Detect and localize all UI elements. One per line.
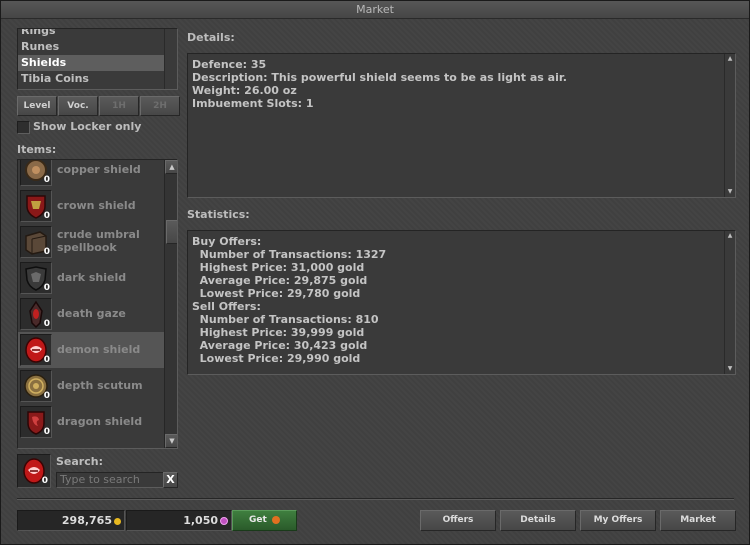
details-line: Description: This powerful shield seems … [192, 71, 567, 84]
gold-balance: 298,765 [17, 510, 125, 531]
details-box[interactable]: Defence: 35 Description: This powerful s… [187, 53, 736, 198]
details-line: Imbuement Slots: 1 [192, 97, 314, 110]
statistics-line: Average Price: 30,423 gold [192, 339, 368, 352]
scroll-down-icon[interactable]: ▼ [725, 364, 735, 374]
scroll-down-icon[interactable]: ▼ [165, 434, 177, 448]
item-count: 0 [43, 427, 50, 437]
selected-item-slot: 0 [17, 454, 51, 488]
scroll-up-icon[interactable]: ▲ [165, 160, 177, 174]
item-name: crude umbral spellbook [57, 228, 140, 254]
list-item[interactable]: 0 copper shield [18, 160, 177, 188]
two-hand-filter-button[interactable]: 2H [140, 96, 180, 116]
item-slot: 0 [20, 334, 52, 366]
item-scrollbar[interactable]: ▲ ▼ [164, 160, 177, 448]
item-slot: 0 [20, 226, 52, 258]
category-list[interactable]: Rings Runes Shields Tibia Coins [17, 28, 178, 90]
category-scrollbar[interactable] [164, 29, 177, 89]
item-count: 0 [43, 283, 50, 293]
item-name: depth scutum [57, 379, 143, 392]
show-locker-checkbox[interactable] [17, 121, 30, 134]
statistics-line: Highest Price: 39,999 gold [192, 326, 365, 339]
offers-button[interactable]: Offers [420, 510, 496, 531]
item-count: 0 [43, 319, 50, 329]
category-item-shields[interactable]: Shields [18, 55, 177, 71]
one-hand-filter-button[interactable]: 1H [99, 96, 139, 116]
details-scrollbar[interactable]: ▲ ▼ [724, 54, 735, 197]
statistics-label: Statistics: [187, 208, 250, 221]
gold-coin-icon [114, 517, 121, 525]
footer-divider [17, 498, 734, 500]
get-coins-button[interactable]: Get [232, 510, 297, 531]
statistics-line: Buy Offers: [192, 235, 262, 248]
item-count: 0 [43, 211, 50, 221]
search-label: Search: [56, 455, 103, 468]
get-label: Get [249, 515, 267, 525]
item-name: dragon shield [57, 415, 143, 428]
list-item[interactable]: 0 dragon shield [18, 404, 177, 440]
list-item[interactable]: 0 demon shield [18, 332, 177, 368]
clear-search-button[interactable]: X [163, 472, 178, 488]
list-item[interactable]: 0 crown shield [18, 188, 177, 224]
show-locker-label: Show Locker only [33, 120, 142, 133]
item-count: 0 [43, 391, 50, 401]
list-item[interactable]: 0 crude umbral spellbook [18, 224, 177, 260]
item-count: 0 [43, 247, 50, 257]
scroll-down-icon[interactable]: ▼ [725, 187, 735, 197]
category-item-rings[interactable]: Rings [18, 29, 177, 39]
item-slot: 0 [20, 262, 52, 294]
item-slot: 0 [20, 190, 52, 222]
scroll-up-icon[interactable]: ▲ [725, 54, 735, 64]
item-slot: 0 [20, 160, 52, 186]
item-name: dark shield [57, 271, 127, 284]
tibia-coin-icon [220, 517, 228, 525]
item-name: copper shield [57, 163, 141, 176]
scroll-thumb[interactable] [166, 220, 177, 244]
window-title: Market [1, 1, 749, 19]
statistics-line: Average Price: 29,875 gold [192, 274, 368, 287]
statistics-line: Lowest Price: 29,780 gold [192, 287, 361, 300]
items-label: Items: [17, 143, 57, 156]
details-line: Weight: 26.00 oz [192, 84, 297, 97]
category-item-tibia-coins[interactable]: Tibia Coins [18, 71, 177, 87]
my-offers-button[interactable]: My Offers [580, 510, 656, 531]
statistics-box[interactable]: Buy Offers: Number of Transactions: 1327… [187, 230, 736, 375]
details-button[interactable]: Details [500, 510, 576, 531]
item-name: death gaze [57, 307, 126, 320]
coin-icon [271, 515, 280, 524]
details-line: Defence: 35 [192, 58, 267, 71]
list-item[interactable]: 0 depth scutum [18, 368, 177, 404]
scroll-up-icon[interactable]: ▲ [725, 231, 735, 241]
list-item[interactable]: 0 dark shield [18, 260, 177, 296]
vocation-filter-button[interactable]: Voc. [58, 96, 98, 116]
item-count: 0 [43, 355, 50, 365]
statistics-scrollbar[interactable]: ▲ ▼ [724, 231, 735, 374]
level-filter-button[interactable]: Level [17, 96, 57, 116]
item-count: 0 [43, 175, 50, 185]
item-list[interactable]: 0 copper shield 0 crown shield 0 crude u… [17, 159, 178, 449]
statistics-line: Sell Offers: [192, 300, 261, 313]
tibia-coin-amount: 1,050 [183, 514, 218, 527]
gold-amount: 298,765 [61, 514, 112, 527]
statistics-line: Number of Transactions: 810 [192, 313, 379, 326]
market-window: Market Rings Runes Shields Tibia Coins L… [0, 0, 750, 545]
tibia-coin-balance: 1,050 [126, 510, 232, 531]
item-name: demon shield [57, 343, 141, 356]
market-button[interactable]: Market [660, 510, 736, 531]
item-slot: 0 [20, 406, 52, 438]
statistics-line: Lowest Price: 29,990 gold [192, 352, 361, 365]
statistics-line: Highest Price: 31,000 gold [192, 261, 365, 274]
selected-item-count: 0 [41, 476, 48, 486]
item-slot: 0 [20, 298, 52, 330]
search-input[interactable]: Type to search [56, 472, 165, 488]
category-item-runes[interactable]: Runes [18, 39, 177, 55]
details-label: Details: [187, 31, 235, 44]
list-item[interactable]: 0 death gaze [18, 296, 177, 332]
statistics-line: Number of Transactions: 1327 [192, 248, 387, 261]
item-name: crown shield [57, 199, 136, 212]
item-slot: 0 [20, 370, 52, 402]
